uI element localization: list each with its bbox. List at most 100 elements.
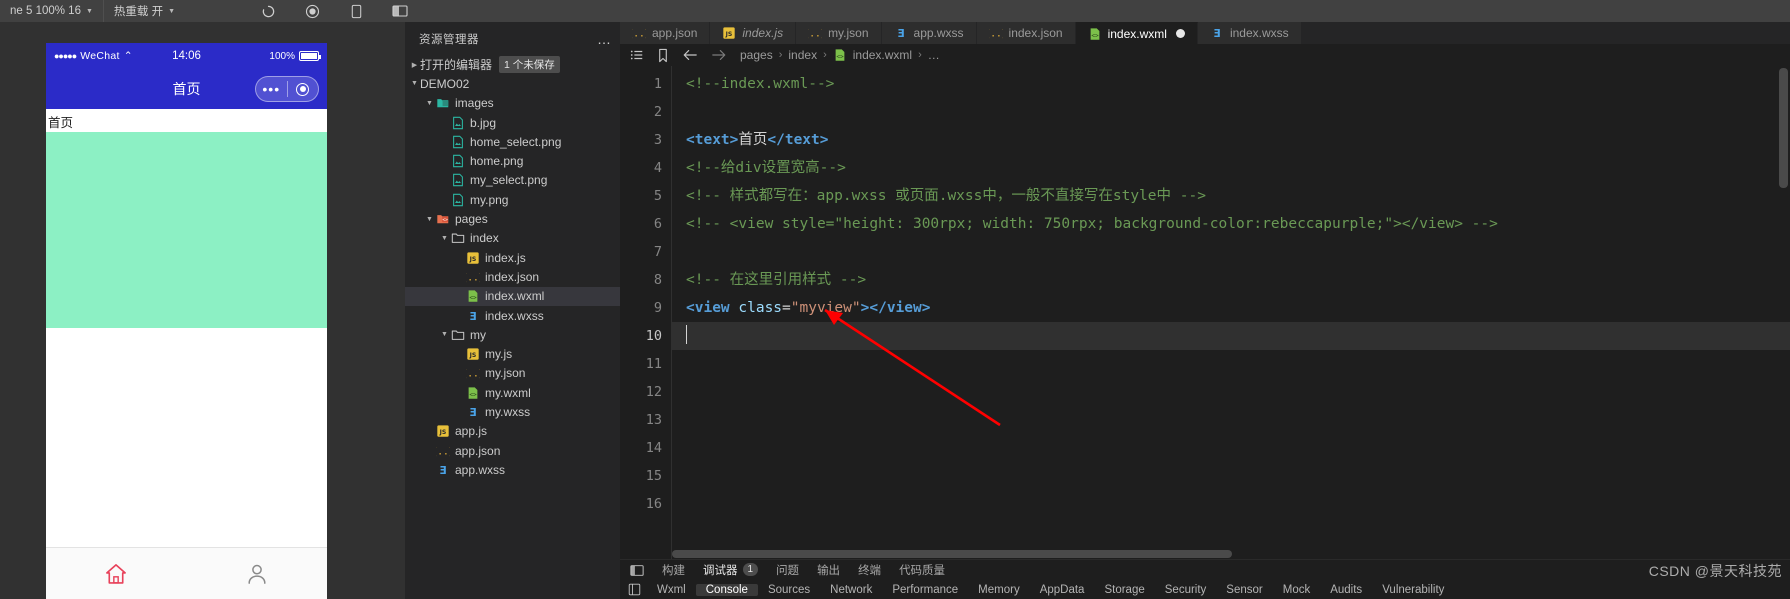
code-line[interactable] [686, 490, 1790, 518]
explorer-item-b-jpg[interactable]: ▼b.jpg [405, 113, 620, 132]
code-line[interactable] [686, 98, 1790, 126]
explorer-item-index-wxss[interactable]: ▼Ǝindex.wxss [405, 306, 620, 325]
tab-home[interactable] [46, 548, 187, 599]
inspect-icon[interactable] [628, 583, 641, 596]
code-line[interactable] [686, 350, 1790, 378]
panel-tab-4[interactable]: 终端 [858, 562, 881, 578]
devtools-tab-vulnerability[interactable]: Vulnerability [1372, 584, 1454, 596]
code-line[interactable] [686, 462, 1790, 490]
explorer-item-my-png[interactable]: ▼my.png [405, 190, 620, 209]
split-panel-icon[interactable] [391, 2, 409, 20]
code-line[interactable]: <!-- <view style="height: 300rpx; width:… [686, 210, 1790, 238]
explorer-item-app-wxss[interactable]: ▼Ǝapp.wxss [405, 460, 620, 479]
hot-reload-select[interactable]: 热重载 开 ▼ [104, 0, 185, 22]
chevron-down-icon[interactable]: ▼ [424, 216, 435, 223]
json-file-icon: {..} [989, 26, 1003, 40]
explorer-item-pages[interactable]: ▼ <> pages [405, 209, 620, 228]
devtools-tab-sensor[interactable]: Sensor [1216, 584, 1272, 596]
chevron-down-icon[interactable]: ▼ [439, 235, 450, 242]
explorer-item-my-json[interactable]: ▼{..}my.json [405, 364, 620, 383]
explorer-item-app-js[interactable]: ▼JSapp.js [405, 422, 620, 441]
explorer-item-index-json[interactable]: ▼{..}index.json [405, 267, 620, 286]
arrow-right-icon[interactable] [711, 48, 727, 62]
code-line[interactable] [686, 238, 1790, 266]
code-content[interactable]: <!--index.wxml--> <text>首页</text> <!--给div… [672, 66, 1790, 559]
explorer-item-my-js[interactable]: ▼JSmy.js [405, 344, 620, 363]
vertical-scrollbar[interactable] [1776, 66, 1790, 559]
code-line[interactable]: <!--给div设置宽高--> [686, 154, 1790, 182]
phone-status-bar: ●●●●● WeChat ⌃ 14:06 100% [46, 43, 327, 69]
panel-tab-2[interactable]: 问题 [776, 562, 799, 578]
code-line[interactable]: <!--index.wxml--> [686, 70, 1790, 98]
breadcrumb-segment[interactable]: index [788, 48, 817, 62]
capsule-button[interactable]: ••• [255, 76, 319, 102]
horizontal-scrollbar[interactable] [672, 549, 1776, 559]
devtools-tab-console[interactable]: Console [695, 583, 758, 596]
panel-toggle-icon[interactable] [630, 564, 644, 577]
devtools-tab-network[interactable]: Network [820, 584, 882, 596]
panel-tab-3[interactable]: 输出 [817, 562, 840, 578]
code-line[interactable] [672, 322, 1790, 350]
editor-tab-index-json[interactable]: {..} index.json [976, 22, 1076, 44]
refresh-icon[interactable] [259, 2, 277, 20]
explorer-item-index-wxml[interactable]: ▼<>index.wxml [405, 286, 620, 306]
device-select[interactable]: ne 5 100% 16 ▼ [0, 0, 104, 22]
code-editor[interactable]: 1 2 3 4 5 6 7 8 9 10 11 12 13 14 15 16 <!--index.wxml--… [620, 66, 1790, 559]
phone-simulator[interactable]: ●●●●● WeChat ⌃ 14:06 100% 首页 ••• 首页 [46, 43, 327, 599]
devtools-tab-mock[interactable]: Mock [1273, 584, 1320, 596]
panel-tab-0[interactable]: 构建 [662, 562, 685, 578]
panel-tab-1[interactable]: 调试器 1 [703, 560, 759, 581]
editor-tab-index-wxml[interactable]: <> index.wxml [1075, 22, 1198, 44]
breadcrumb-segment[interactable]: … [928, 48, 940, 62]
code-line[interactable]: <!-- 样式都写在：app.wxss 或页面.wxss中，一般不直接写在sty… [686, 182, 1790, 210]
devtools-tab-sources[interactable]: Sources [758, 584, 820, 596]
bookmark-icon[interactable] [657, 48, 669, 63]
line-number: 15 [645, 468, 662, 484]
explorer-item-home_select-png[interactable]: ▼home_select.png [405, 132, 620, 151]
chevron-right-icon[interactable]: ▶ [409, 61, 420, 69]
devtools-tab-wxml[interactable]: Wxml [647, 584, 696, 596]
explorer-item-images[interactable]: ▼ images [405, 94, 620, 113]
devtools-tab-security[interactable]: Security [1155, 584, 1217, 596]
list-icon[interactable] [630, 48, 644, 62]
code-line[interactable] [686, 434, 1790, 462]
editor-tab-my-json[interactable]: {..} my.json [796, 22, 882, 44]
chevron-down-icon[interactable]: ▼ [439, 331, 450, 338]
breadcrumb-segment[interactable]: pages [740, 48, 773, 62]
explorer-item-my_select-png[interactable]: ▼my_select.png [405, 171, 620, 190]
arrow-left-icon[interactable] [682, 48, 698, 62]
explorer-item-my[interactable]: ▼ my [405, 325, 620, 344]
mobile-preview-icon[interactable] [347, 2, 365, 20]
unsaved-dot-icon[interactable] [1175, 29, 1185, 38]
devtools-tab-storage[interactable]: Storage [1094, 584, 1154, 596]
code-line[interactable]: <text>首页</text> [686, 126, 1790, 154]
editor-tab-app-wxss[interactable]: Ǝapp.wxss [881, 22, 977, 44]
code-line[interactable] [686, 406, 1790, 434]
chevron-down-icon[interactable]: ▼ [409, 80, 420, 87]
editor-tab-index-js[interactable]: JS index.js [710, 22, 797, 44]
panel-tab-5[interactable]: 代码质量 [899, 562, 945, 578]
editor-tab-app-json[interactable]: {..} app.json [620, 22, 711, 44]
devtools-tab-memory[interactable]: Memory [968, 584, 1030, 596]
tab-my[interactable] [187, 548, 328, 599]
breadcrumb-segment[interactable]: index.wxml [853, 48, 912, 62]
chevron-down-icon[interactable]: ▼ [424, 100, 435, 107]
explorer-item-index[interactable]: ▼ index [405, 229, 620, 248]
code-line[interactable]: <!-- 在这里引用样式 --> [686, 266, 1790, 294]
code-token-plain: = [782, 300, 791, 316]
explorer-item-my-wxss[interactable]: ▼Ǝmy.wxss [405, 402, 620, 421]
explorer-item-home-png[interactable]: ▼home.png [405, 151, 620, 170]
explorer-item-my-wxml[interactable]: ▼<>my.wxml [405, 383, 620, 402]
code-line[interactable] [686, 378, 1790, 406]
open-editors-row[interactable]: ▶ 打开的编辑器 1 个未保存 [405, 55, 620, 74]
devtools-tab-appdata[interactable]: AppData [1030, 584, 1095, 596]
project-root-row[interactable]: ▼ DEMO02 [405, 74, 620, 93]
explorer-item-app-json[interactable]: ▼{..}app.json [405, 441, 620, 460]
code-line[interactable]: <view class="myview"></view> [686, 294, 1790, 322]
editor-tab-index-wxss[interactable]: Ǝindex.wxss [1197, 22, 1302, 44]
record-icon[interactable] [303, 2, 321, 20]
devtools-tab-audits[interactable]: Audits [1320, 584, 1372, 596]
devtools-tab-performance[interactable]: Performance [882, 584, 968, 596]
explorer-item-index-js[interactable]: ▼JSindex.js [405, 248, 620, 267]
explorer-more-icon[interactable]: … [597, 32, 612, 46]
